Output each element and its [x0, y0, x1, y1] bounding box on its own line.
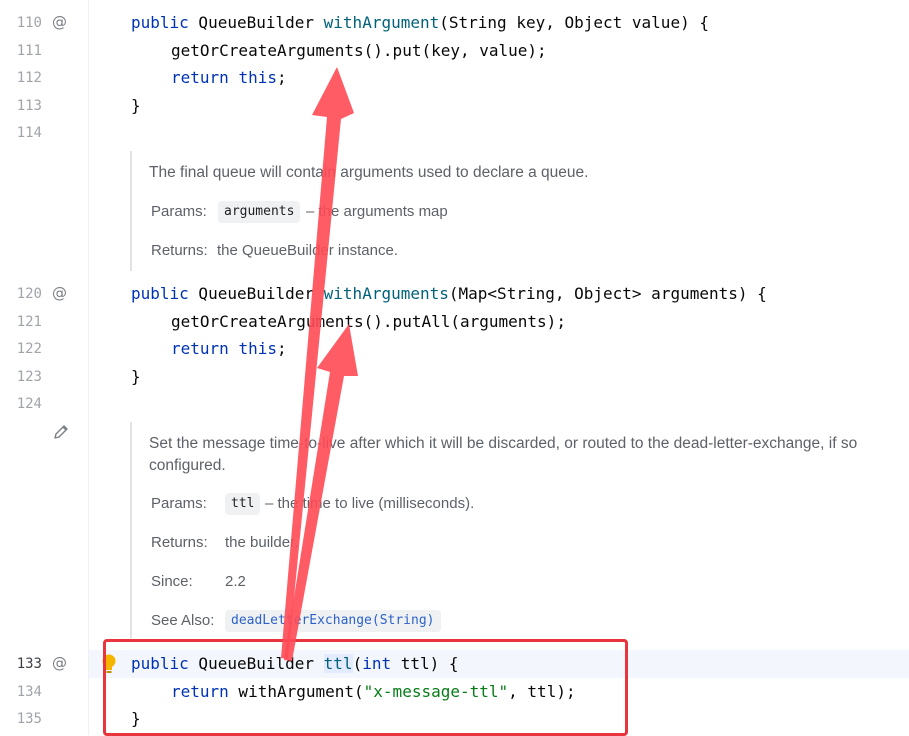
line-number[interactable]: 122 — [0, 339, 42, 359]
keyword: this — [238, 339, 277, 358]
code-line[interactable]: getOrCreateArguments().putAll(arguments)… — [171, 312, 566, 332]
line-number[interactable]: 123 — [0, 367, 42, 387]
override-marker-icon[interactable]: @ — [52, 653, 67, 673]
line-number[interactable]: 120 — [0, 284, 42, 304]
line-number[interactable]: 112 — [0, 68, 42, 88]
javadoc-block — [130, 151, 132, 271]
line-number[interactable]: 111 — [0, 41, 42, 61]
javadoc-params-label: Params: — [151, 203, 207, 220]
param-name-chip: arguments — [218, 201, 301, 223]
method-name: withArgument — [323, 13, 440, 32]
javadoc-returns-desc: the builder. — [225, 534, 299, 551]
line-number[interactable]: 134 — [0, 682, 42, 702]
param-name-chip: ttl — [225, 493, 261, 515]
keyword: this — [238, 68, 277, 87]
javadoc-description: Set the message time-to-live after which… — [149, 435, 858, 452]
line-number[interactable]: 113 — [0, 96, 42, 116]
code-line[interactable]: return this; — [171, 68, 287, 88]
type-name: QueueBuilder — [188, 284, 324, 303]
keyword: public — [131, 13, 189, 32]
javadoc-params-desc: – the time to live (milliseconds). — [265, 495, 475, 512]
arrow-to-withArgument — [281, 67, 354, 659]
javadoc-block — [130, 422, 132, 638]
javadoc-params-desc: – the arguments map — [306, 203, 448, 220]
javadoc-returns-label: Returns: — [151, 534, 208, 551]
line-number[interactable]: 121 — [0, 312, 42, 332]
highlight-box — [103, 639, 628, 736]
line-number[interactable]: 124 — [0, 394, 42, 414]
code-line[interactable]: public QueueBuilder withArguments(Map<St… — [131, 284, 767, 304]
method-name: withArguments — [323, 284, 449, 303]
javadoc-returns-label: Returns: — [151, 242, 208, 259]
edit-pencil-icon[interactable] — [52, 423, 70, 441]
javadoc-since-label: Since: — [151, 573, 193, 590]
line-number[interactable]: 110 — [0, 13, 42, 33]
semicolon: ; — [276, 68, 287, 87]
javadoc-returns-desc: the QueueBuilder instance. — [217, 242, 398, 259]
line-number[interactable]: 135 — [0, 709, 42, 729]
code-line[interactable]: return this; — [171, 339, 287, 359]
semicolon: ; — [276, 339, 287, 358]
javadoc-params-label: Params: — [151, 495, 207, 512]
gutter-separator — [88, 0, 89, 735]
override-marker-icon[interactable]: @ — [52, 283, 67, 303]
line-number[interactable]: 133 — [0, 654, 42, 674]
code-line[interactable]: public QueueBuilder withArgument(String … — [131, 13, 709, 33]
see-also-link[interactable]: deadLetterExchange(String) — [225, 610, 441, 632]
code-line[interactable]: } — [131, 96, 141, 116]
method-params: (Map<String, Object> arguments) { — [448, 284, 767, 303]
javadoc-since-value: 2.2 — [225, 573, 246, 590]
override-marker-icon[interactable]: @ — [52, 12, 67, 32]
keyword: public — [131, 284, 189, 303]
keyword: return — [171, 339, 229, 358]
type-name: QueueBuilder — [188, 13, 324, 32]
keyword: return — [171, 68, 229, 87]
javadoc-description-cont: configured. — [149, 457, 226, 474]
javadoc-description: The final queue will contain arguments u… — [149, 164, 589, 181]
method-params: (String key, Object value) { — [439, 13, 709, 32]
code-line[interactable]: getOrCreateArguments().put(key, value); — [171, 41, 547, 61]
line-number[interactable]: 114 — [0, 123, 42, 143]
javadoc-see-label: See Also: — [151, 612, 215, 629]
code-line[interactable]: } — [131, 367, 141, 387]
